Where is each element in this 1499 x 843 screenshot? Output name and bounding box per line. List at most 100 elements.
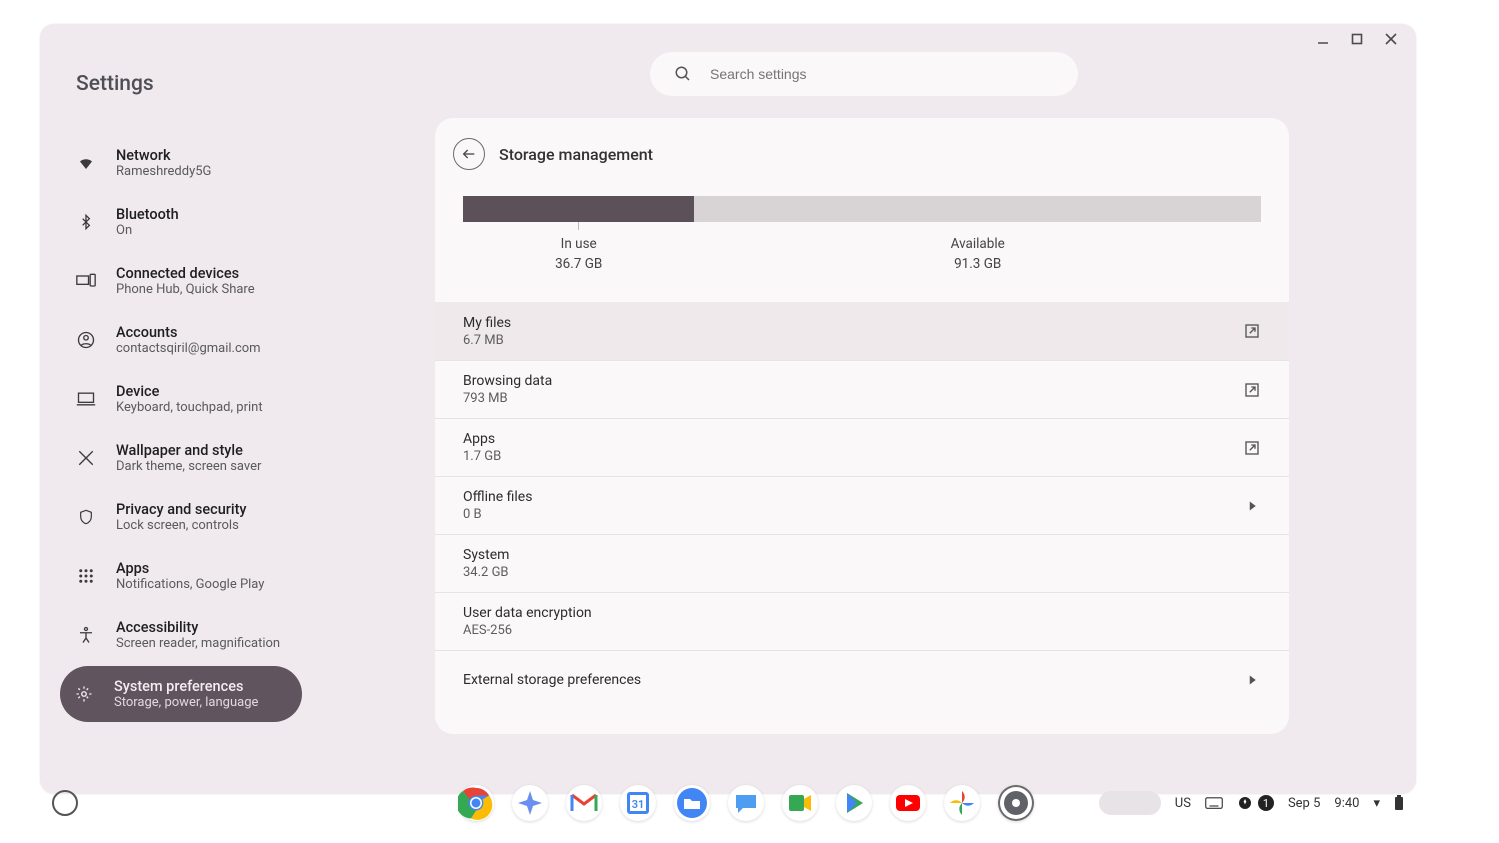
nav-title: Apps <box>116 560 264 577</box>
settings-window: Settings Network Rameshreddy5G Bluetooth… <box>40 24 1416 794</box>
nav-subtitle: Screen reader, magnification <box>116 636 280 651</box>
nav-title: System preferences <box>114 678 258 695</box>
in-use-value: 36.7 GB <box>555 256 602 272</box>
wifi-icon[interactable]: ▾ <box>1373 796 1380 811</box>
dock-messages[interactable] <box>728 785 764 821</box>
storage-card: Storage management In use 36.7 GB Availa… <box>435 118 1289 734</box>
maximize-button[interactable] <box>1350 32 1364 46</box>
style-icon <box>76 448 96 468</box>
sidebar-item-accessibility[interactable]: Accessibility Screen reader, magnificati… <box>76 607 422 663</box>
accessibility-icon <box>76 625 96 645</box>
nav-subtitle: contactsqiril@gmail.com <box>116 341 261 356</box>
row-value: 34.2 GB <box>463 565 509 580</box>
nav-title: Wallpaper and style <box>116 442 261 459</box>
sidebar: Settings Network Rameshreddy5G Bluetooth… <box>40 54 432 794</box>
sidebar-item-privacy-and-security[interactable]: Privacy and security Lock screen, contro… <box>76 489 422 545</box>
storage-row-system: System 34.2 GB <box>435 534 1289 592</box>
storage-row-apps[interactable]: Apps1.7 GB <box>435 418 1289 476</box>
sidebar-item-bluetooth[interactable]: Bluetooth On <box>76 194 422 250</box>
nav-title: Accessibility <box>116 619 280 636</box>
time-label[interactable]: 9:40 <box>1334 796 1359 811</box>
grid-icon <box>76 566 96 586</box>
nav-subtitle: On <box>116 223 179 238</box>
storage-row-external-storage-preferences[interactable]: External storage preferences <box>435 650 1289 708</box>
storage-chart: In use 36.7 GB Available 91.3 GB <box>435 186 1289 280</box>
svg-text:31: 31 <box>632 798 645 811</box>
sidebar-item-apps[interactable]: Apps Notifications, Google Play <box>76 548 422 604</box>
launcher-button[interactable] <box>52 790 78 816</box>
row-title: Offline files <box>463 489 532 505</box>
sidebar-item-connected-devices[interactable]: Connected devices Phone Hub, Quick Share <box>76 253 422 309</box>
sidebar-item-accounts[interactable]: Accounts contactsqiril@gmail.com <box>76 312 422 368</box>
nav-subtitle: Storage, power, language <box>114 695 258 710</box>
notification-icon[interactable] <box>1237 795 1253 811</box>
available-label: Available <box>951 236 1005 252</box>
dock-photos[interactable] <box>944 785 980 821</box>
nav-subtitle: Phone Hub, Quick Share <box>116 282 255 297</box>
row-title: System <box>463 547 509 563</box>
dock-gemini[interactable] <box>512 785 548 821</box>
dock-gmail[interactable] <box>566 785 602 821</box>
search-input[interactable] <box>710 66 1054 82</box>
devices-icon <box>76 271 96 291</box>
nav-title: Accounts <box>116 324 261 341</box>
chevron-right-icon[interactable] <box>1243 497 1261 515</box>
row-value: 0 B <box>463 507 532 522</box>
back-button[interactable] <box>453 138 485 170</box>
input-language[interactable]: US <box>1175 796 1191 811</box>
keyboard-icon[interactable] <box>1205 796 1223 810</box>
nav-title: Connected devices <box>116 265 255 282</box>
sidebar-item-device[interactable]: Device Keyboard, touchpad, print <box>76 371 422 427</box>
shelf: 31 US 1 Sep 5 9:40 ▾ <box>40 780 1416 826</box>
open-external-icon[interactable] <box>1243 439 1261 457</box>
dock-calendar[interactable]: 31 <box>620 785 656 821</box>
storage-row-browsing-data[interactable]: Browsing data 793 MB <box>435 360 1289 418</box>
nav-subtitle: Dark theme, screen saver <box>116 459 261 474</box>
row-value: 6.7 MB <box>463 333 511 348</box>
available-value: 91.3 GB <box>954 256 1001 272</box>
titlebar <box>40 24 1416 54</box>
dock-chrome[interactable] <box>458 785 494 821</box>
row-title: Browsing data <box>463 373 552 389</box>
nav-title: Privacy and security <box>116 501 247 518</box>
row-title: User data encryption <box>463 605 592 621</box>
dock-settings[interactable] <box>998 785 1034 821</box>
in-use-label: In use <box>561 236 597 252</box>
gear-icon <box>74 684 94 704</box>
storage-row-offline-files[interactable]: Offline files 0 B <box>435 476 1289 534</box>
sidebar-item-wallpaper-and-style[interactable]: Wallpaper and style Dark theme, screen s… <box>76 430 422 486</box>
sidebar-item-system-preferences[interactable]: System preferences Storage, power, langu… <box>60 666 302 722</box>
date-label[interactable]: Sep 5 <box>1288 796 1320 811</box>
dock-play-store[interactable] <box>836 785 872 821</box>
system-tray[interactable]: US 1 Sep 5 9:40 ▾ <box>1099 791 1404 815</box>
nav-subtitle: Lock screen, controls <box>116 518 247 533</box>
open-external-icon[interactable] <box>1243 381 1261 399</box>
storage-row-my-files[interactable]: My files 6.7 MB <box>435 302 1289 360</box>
notification-badge: 1 <box>1258 795 1274 811</box>
search-icon <box>674 65 692 83</box>
nav-subtitle: Keyboard, touchpad, print <box>116 400 263 415</box>
search-bar[interactable] <box>650 52 1078 96</box>
minimize-button[interactable] <box>1316 32 1330 46</box>
app-title: Settings <box>76 72 422 96</box>
dock-files[interactable] <box>674 785 710 821</box>
row-value: 793 MB <box>463 391 552 406</box>
storage-row-user-data-encryption: User data encryptionAES-256 <box>435 592 1289 650</box>
row-title: Apps <box>463 431 501 447</box>
dock-youtube[interactable] <box>890 785 926 821</box>
battery-icon[interactable] <box>1394 795 1404 811</box>
tray-pill <box>1099 791 1161 815</box>
sidebar-item-network[interactable]: Network Rameshreddy5G <box>76 135 422 191</box>
row-title: My files <box>463 315 511 331</box>
open-external-icon[interactable] <box>1243 322 1261 340</box>
shield-icon <box>76 507 96 527</box>
chevron-right-icon[interactable] <box>1243 671 1261 689</box>
page-title: Storage management <box>499 145 653 164</box>
laptop-icon <box>76 389 96 409</box>
dock-meet[interactable] <box>782 785 818 821</box>
close-button[interactable] <box>1384 32 1398 46</box>
nav-subtitle: Rameshreddy5G <box>116 164 211 179</box>
nav-title: Bluetooth <box>116 206 179 223</box>
nav-title: Device <box>116 383 263 400</box>
row-title: External storage preferences <box>463 672 641 688</box>
